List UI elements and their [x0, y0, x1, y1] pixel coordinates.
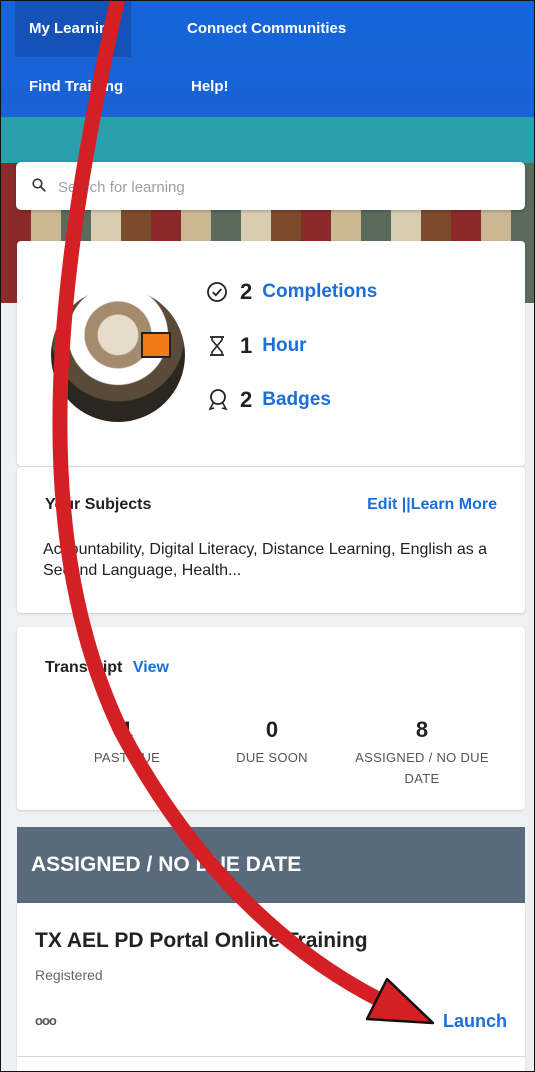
due-soon-label: DUE SOON	[236, 750, 308, 765]
subjects-card: Your Subjects Edit ||Learn More Accounta…	[17, 467, 525, 613]
transcript-title: Transcript	[45, 659, 123, 676]
nav-row-2: Find Training Help!	[1, 59, 534, 115]
assigned-count: 8	[415, 717, 429, 742]
subjects-separator: ||	[401, 496, 411, 513]
assigned-item-title[interactable]: TX AEL PD Portal Online Training	[35, 929, 368, 953]
teal-banner	[1, 117, 534, 163]
launch-button[interactable]: Launch	[443, 1011, 507, 1032]
hourglass-icon	[210, 336, 224, 356]
stat-hours: 1 Hour	[206, 331, 307, 361]
search-icon	[32, 178, 46, 192]
stat-badges: 2 Badges	[206, 385, 331, 415]
assigned-section-title: ASSIGNED / NO DUE DATE	[31, 853, 302, 876]
avatar[interactable]	[51, 288, 185, 422]
nav-connect-communities[interactable]: Connect Communities	[187, 1, 346, 57]
check-circle-icon	[207, 282, 227, 302]
assigned-item-status: Registered	[35, 967, 103, 983]
transcript-view-link[interactable]: View	[133, 659, 169, 676]
top-nav: My Learning Connect Communities Find Tra…	[1, 1, 534, 117]
past-due-label: PAST DUE	[93, 750, 161, 765]
subjects-actions: Edit ||Learn More	[367, 496, 497, 514]
completions-link[interactable]: Completions	[262, 281, 377, 303]
search-box[interactable]	[16, 162, 525, 210]
assigned-section-header: ASSIGNED / NO DUE DATE	[17, 827, 525, 903]
past-due-count: 1	[120, 717, 134, 742]
completions-count: 2	[240, 279, 253, 304]
subjects-list: Accountability, Digital Literacy, Distan…	[43, 541, 488, 579]
subjects-title: Your Subjects	[45, 496, 152, 513]
more-options-icon[interactable]: ooo	[35, 1013, 57, 1028]
due-soon-count: 0	[265, 717, 279, 742]
subjects-learn-more-link[interactable]: Learn More	[411, 496, 497, 513]
search-input[interactable]	[56, 170, 500, 204]
badges-count: 2	[240, 387, 253, 412]
transcript-assigned-no-due-date[interactable]: 8 ASSIGNED / NO DUE DATE	[352, 717, 492, 789]
avatar-sign-detail	[141, 332, 171, 358]
assigned-label: ASSIGNED / NO DUE DATE	[355, 750, 489, 786]
transcript-due-soon[interactable]: 0 DUE SOON	[212, 717, 332, 768]
transcript-card: Transcript View 1 PAST DUE 0 DUE SOON 8 …	[17, 627, 525, 810]
nav-my-learning[interactable]: My Learning	[15, 1, 132, 57]
stat-completions: 2 Completions	[206, 277, 377, 307]
badge-icon	[208, 389, 228, 411]
hours-count: 1	[240, 333, 253, 358]
app-frame: My Learning Connect Communities Find Tra…	[0, 0, 535, 1072]
hours-link[interactable]: Hour	[262, 335, 306, 357]
nav-find-training[interactable]: Find Training	[29, 59, 123, 115]
nav-help[interactable]: Help!	[191, 59, 229, 115]
subjects-edit-link[interactable]: Edit	[367, 496, 397, 513]
assigned-item-card: TX AEL PD Portal Online Training Registe…	[17, 903, 525, 1071]
transcript-header: Transcript View	[45, 659, 169, 677]
transcript-past-due[interactable]: 1 PAST DUE	[67, 717, 187, 768]
divider	[17, 1056, 525, 1057]
nav-row-1: My Learning Connect Communities	[1, 1, 534, 57]
badges-link[interactable]: Badges	[262, 389, 331, 411]
